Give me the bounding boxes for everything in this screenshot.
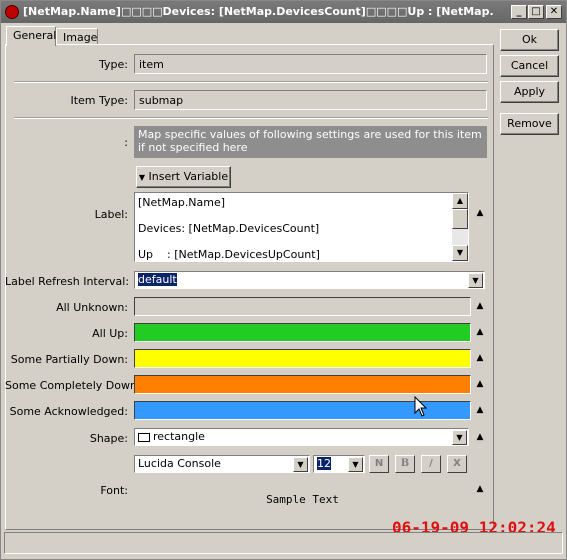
font-family-combo[interactable]: Lucida Console ▼ (134, 455, 310, 473)
app-icon (5, 5, 19, 19)
rectangle-shape-icon (138, 432, 150, 442)
ok-button[interactable]: Ok (500, 29, 559, 51)
collapse-arrow-icon[interactable]: ▲ (475, 354, 485, 363)
collapse-arrow-icon[interactable]: ▲ (475, 485, 485, 494)
collapse-arrow-icon[interactable]: ▲ (475, 406, 485, 415)
font-normal-button[interactable]: N (369, 455, 389, 473)
apply-button[interactable]: Apply (500, 81, 559, 103)
label-refresh-label: Label Refresh Interval: (5, 275, 130, 288)
cancel-button[interactable]: Cancel (500, 55, 559, 77)
font-size-combo[interactable]: 12 ▼ (313, 455, 365, 473)
some-partially-down-label: Some Partially Down: (10, 353, 128, 366)
collapse-arrow-icon[interactable]: ▲ (475, 209, 485, 218)
label-refresh-value: default (138, 273, 177, 286)
type-field: item (134, 54, 487, 74)
font-family-value: Lucida Console (138, 457, 221, 470)
all-up-label: All Up: (92, 327, 128, 340)
font-label: Font: (100, 484, 128, 497)
collapse-arrow-icon[interactable]: ▲ (475, 302, 485, 311)
some-partially-down-color[interactable] (134, 349, 471, 368)
label-line: Up : [NetMap.DevicesUpCount] (138, 248, 320, 261)
all-unknown-label: All Unknown: (56, 301, 128, 314)
item-type-label: Item Type: (70, 94, 128, 107)
chevron-down-icon[interactable]: ▼ (293, 457, 308, 472)
label-label: Label: (94, 208, 128, 221)
collapse-arrow-icon[interactable]: ▲ (475, 380, 485, 389)
status-bar (4, 532, 563, 554)
some-acknowledged-label: Some Acknowledged: (9, 405, 128, 418)
tab-image[interactable]: Image (56, 28, 98, 45)
maximize-button[interactable]: □ (528, 5, 544, 19)
note-prefix: : (124, 136, 128, 149)
font-strikeout-button[interactable]: X (447, 455, 467, 473)
scroll-up-icon[interactable]: ▲ (452, 193, 468, 209)
item-type-field: submap (134, 90, 487, 110)
title-bar[interactable]: [NetMap.Name]□□□□Devices: [NetMap.Device… (1, 1, 566, 23)
divider (14, 117, 488, 119)
font-sample-text: Sample Text (266, 493, 339, 506)
tab-general[interactable]: General (6, 26, 56, 46)
shape-combo[interactable]: rectangle ▼ (134, 428, 469, 446)
minimize-button[interactable]: _ (511, 5, 527, 19)
chevron-down-icon[interactable]: ▼ (348, 457, 363, 472)
map-note: Map specific values of following setting… (134, 126, 487, 158)
font-italic-button[interactable]: / (421, 455, 441, 473)
scroll-thumb[interactable] (452, 209, 468, 229)
some-completely-down-color[interactable] (134, 375, 471, 394)
divider (14, 81, 488, 83)
window-title: [NetMap.Name]□□□□Devices: [NetMap.Device… (23, 5, 493, 18)
font-bold-button[interactable]: B (395, 455, 415, 473)
insert-variable-label: Insert Variable (148, 170, 229, 183)
chevron-down-icon[interactable]: ▼ (468, 273, 483, 288)
insert-variable-button[interactable]: ▼ Insert Variable (136, 166, 231, 188)
label-textarea[interactable]: [NetMap.Name] Devices: [NetMap.DevicesCo… (134, 192, 469, 262)
triangle-down-icon: ▼ (138, 173, 146, 182)
label-refresh-combo[interactable]: default ▼ (134, 271, 485, 289)
remove-button[interactable]: Remove (500, 113, 559, 135)
scroll-down-icon[interactable]: ▼ (452, 245, 468, 261)
type-label: Type: (99, 58, 128, 71)
shape-value: rectangle (153, 430, 205, 443)
label-line: [NetMap.Name] (138, 196, 226, 209)
all-up-color[interactable] (134, 323, 471, 342)
label-scrollbar[interactable]: ▲ ▼ (452, 193, 468, 261)
collapse-arrow-icon[interactable]: ▲ (475, 328, 485, 337)
close-button[interactable]: ✕ (546, 5, 562, 19)
all-unknown-color[interactable] (134, 297, 471, 316)
shape-label: Shape: (89, 432, 128, 445)
some-completely-down-label: Some Completely Down: (5, 379, 141, 392)
label-line: Devices: [NetMap.DevicesCount] (138, 222, 320, 235)
font-size-value: 12 (317, 457, 331, 470)
chevron-down-icon[interactable]: ▼ (452, 430, 467, 445)
mouse-cursor-icon (414, 396, 428, 417)
collapse-arrow-icon[interactable]: ▲ (475, 433, 485, 442)
